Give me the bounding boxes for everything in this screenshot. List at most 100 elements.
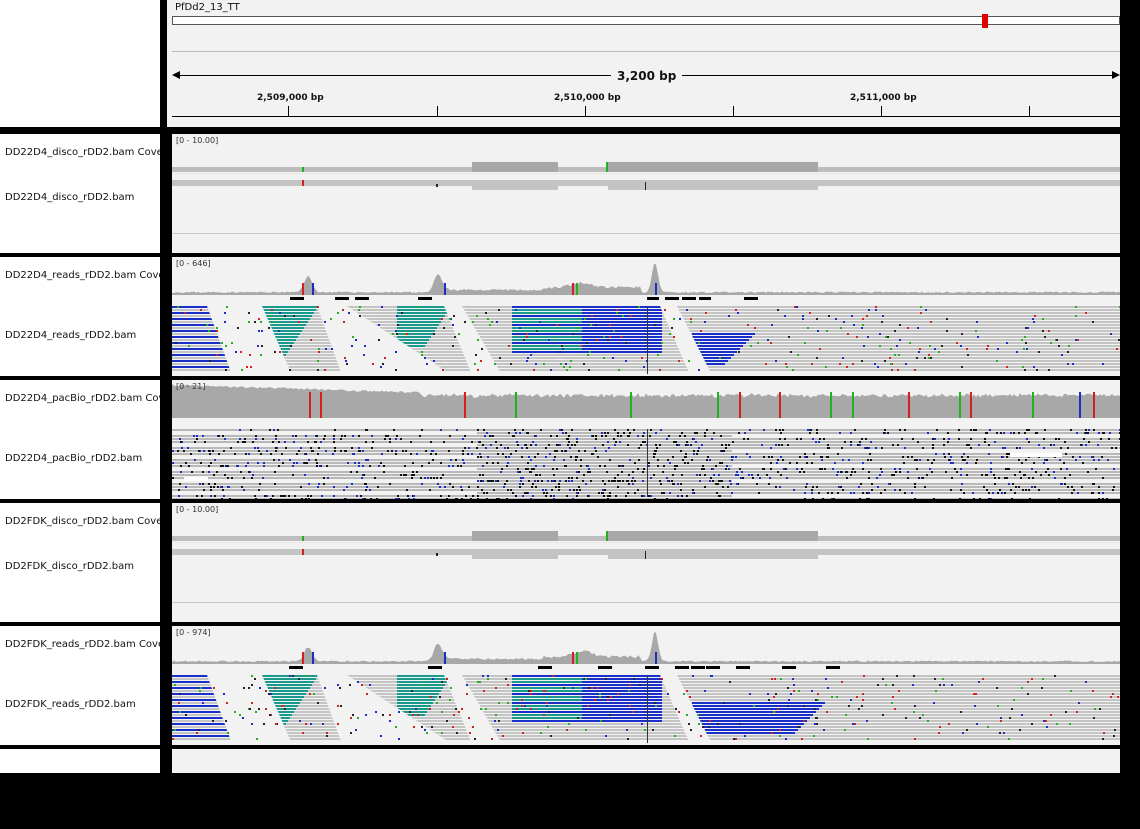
mismatch[interactable] bbox=[741, 471, 743, 473]
mismatch[interactable] bbox=[369, 684, 371, 686]
mismatch[interactable] bbox=[334, 447, 336, 449]
mismatch[interactable] bbox=[804, 492, 806, 494]
mismatch[interactable] bbox=[362, 465, 364, 467]
mismatch[interactable] bbox=[642, 435, 644, 437]
mismatch[interactable] bbox=[914, 459, 916, 461]
mismatch[interactable] bbox=[252, 441, 254, 443]
mismatch[interactable] bbox=[837, 492, 839, 494]
mismatch[interactable] bbox=[235, 351, 237, 353]
feature-block[interactable] bbox=[355, 297, 369, 300]
mismatch[interactable] bbox=[254, 447, 256, 449]
mismatch[interactable] bbox=[793, 690, 795, 692]
mismatch[interactable] bbox=[1003, 432, 1005, 434]
mismatch[interactable] bbox=[846, 477, 848, 479]
mismatch[interactable] bbox=[612, 357, 614, 359]
mismatch[interactable] bbox=[526, 333, 528, 335]
mismatch[interactable] bbox=[1066, 468, 1068, 470]
coverage-mismatch[interactable] bbox=[1093, 392, 1095, 418]
read[interactable] bbox=[477, 492, 1120, 494]
mismatch[interactable] bbox=[310, 447, 312, 449]
mismatch[interactable] bbox=[273, 429, 275, 431]
mismatch[interactable] bbox=[494, 363, 496, 365]
read[interactable] bbox=[172, 363, 1120, 365]
mismatch[interactable] bbox=[1085, 429, 1087, 431]
mismatch[interactable] bbox=[284, 495, 286, 497]
mismatch[interactable] bbox=[284, 708, 286, 710]
mismatch[interactable] bbox=[850, 492, 852, 494]
mismatch[interactable] bbox=[428, 462, 430, 464]
mismatch[interactable] bbox=[543, 465, 545, 467]
mismatch[interactable] bbox=[876, 477, 878, 479]
mismatch[interactable] bbox=[249, 708, 251, 710]
coverage-mismatch[interactable] bbox=[655, 283, 657, 295]
mismatch[interactable] bbox=[769, 477, 771, 479]
mismatch[interactable] bbox=[236, 465, 238, 467]
mismatch[interactable] bbox=[327, 477, 329, 479]
mismatch[interactable] bbox=[432, 678, 434, 680]
mismatch[interactable] bbox=[1028, 429, 1030, 431]
mismatch[interactable] bbox=[310, 339, 312, 341]
mismatch[interactable] bbox=[1015, 486, 1017, 488]
mismatch[interactable] bbox=[666, 438, 668, 440]
mismatch[interactable] bbox=[1029, 498, 1031, 499]
mismatch[interactable] bbox=[777, 471, 779, 473]
mismatch[interactable] bbox=[1076, 432, 1078, 434]
mismatch[interactable] bbox=[479, 453, 481, 455]
mismatch[interactable] bbox=[528, 456, 530, 458]
mismatch[interactable] bbox=[568, 480, 570, 482]
mismatch[interactable] bbox=[421, 483, 423, 485]
mismatch[interactable] bbox=[1025, 342, 1027, 344]
mismatch[interactable] bbox=[603, 315, 605, 317]
mismatch[interactable] bbox=[396, 315, 398, 317]
coverage-mismatch[interactable] bbox=[515, 392, 517, 418]
feature-block[interactable] bbox=[289, 666, 303, 669]
mismatch[interactable] bbox=[1091, 456, 1093, 458]
mismatch[interactable] bbox=[371, 435, 373, 437]
mismatch[interactable] bbox=[986, 489, 988, 491]
feature-block[interactable] bbox=[665, 297, 679, 300]
mismatch[interactable] bbox=[722, 486, 724, 488]
mismatch[interactable] bbox=[718, 474, 720, 476]
mismatch[interactable] bbox=[779, 486, 781, 488]
read[interactable] bbox=[397, 339, 429, 341]
mismatch[interactable] bbox=[1036, 432, 1038, 434]
mismatch[interactable] bbox=[914, 483, 916, 485]
read[interactable] bbox=[692, 705, 822, 707]
mismatch[interactable] bbox=[661, 342, 663, 344]
mismatch[interactable] bbox=[678, 711, 680, 713]
mismatch[interactable] bbox=[570, 360, 572, 362]
mismatch[interactable] bbox=[416, 306, 418, 308]
mismatch[interactable] bbox=[804, 453, 806, 455]
mismatch[interactable] bbox=[673, 483, 675, 485]
mismatch[interactable] bbox=[1098, 432, 1100, 434]
coverage-mismatch[interactable] bbox=[779, 392, 781, 418]
mismatch[interactable] bbox=[681, 432, 683, 434]
mismatch[interactable] bbox=[688, 723, 690, 725]
coverage-bar[interactable] bbox=[608, 531, 818, 541]
mismatch[interactable] bbox=[786, 366, 788, 368]
mismatch[interactable] bbox=[421, 465, 423, 467]
mismatch[interactable] bbox=[358, 447, 360, 449]
mismatch[interactable] bbox=[188, 345, 190, 347]
mismatch[interactable] bbox=[364, 345, 366, 347]
mismatch[interactable] bbox=[1093, 429, 1095, 431]
mismatch[interactable] bbox=[210, 495, 212, 497]
alignment-track-name[interactable]: DD22D4_pacBio_rDD2.bam bbox=[5, 453, 160, 464]
mismatch[interactable] bbox=[317, 702, 319, 704]
mismatch[interactable] bbox=[868, 498, 870, 499]
mismatch[interactable] bbox=[324, 435, 326, 437]
mismatch[interactable] bbox=[255, 498, 257, 499]
mismatch[interactable] bbox=[395, 450, 397, 452]
mismatch[interactable] bbox=[223, 495, 225, 497]
mismatch[interactable] bbox=[410, 453, 412, 455]
feature-block[interactable] bbox=[744, 297, 758, 300]
mismatch[interactable] bbox=[362, 498, 364, 499]
mismatch[interactable] bbox=[767, 339, 769, 341]
mismatch[interactable] bbox=[248, 321, 250, 323]
mismatch[interactable] bbox=[333, 441, 335, 443]
mismatch[interactable] bbox=[959, 498, 961, 499]
mismatch[interactable] bbox=[255, 711, 257, 713]
mismatch[interactable] bbox=[749, 456, 751, 458]
mismatch[interactable] bbox=[840, 471, 842, 473]
mismatch[interactable] bbox=[308, 483, 310, 485]
